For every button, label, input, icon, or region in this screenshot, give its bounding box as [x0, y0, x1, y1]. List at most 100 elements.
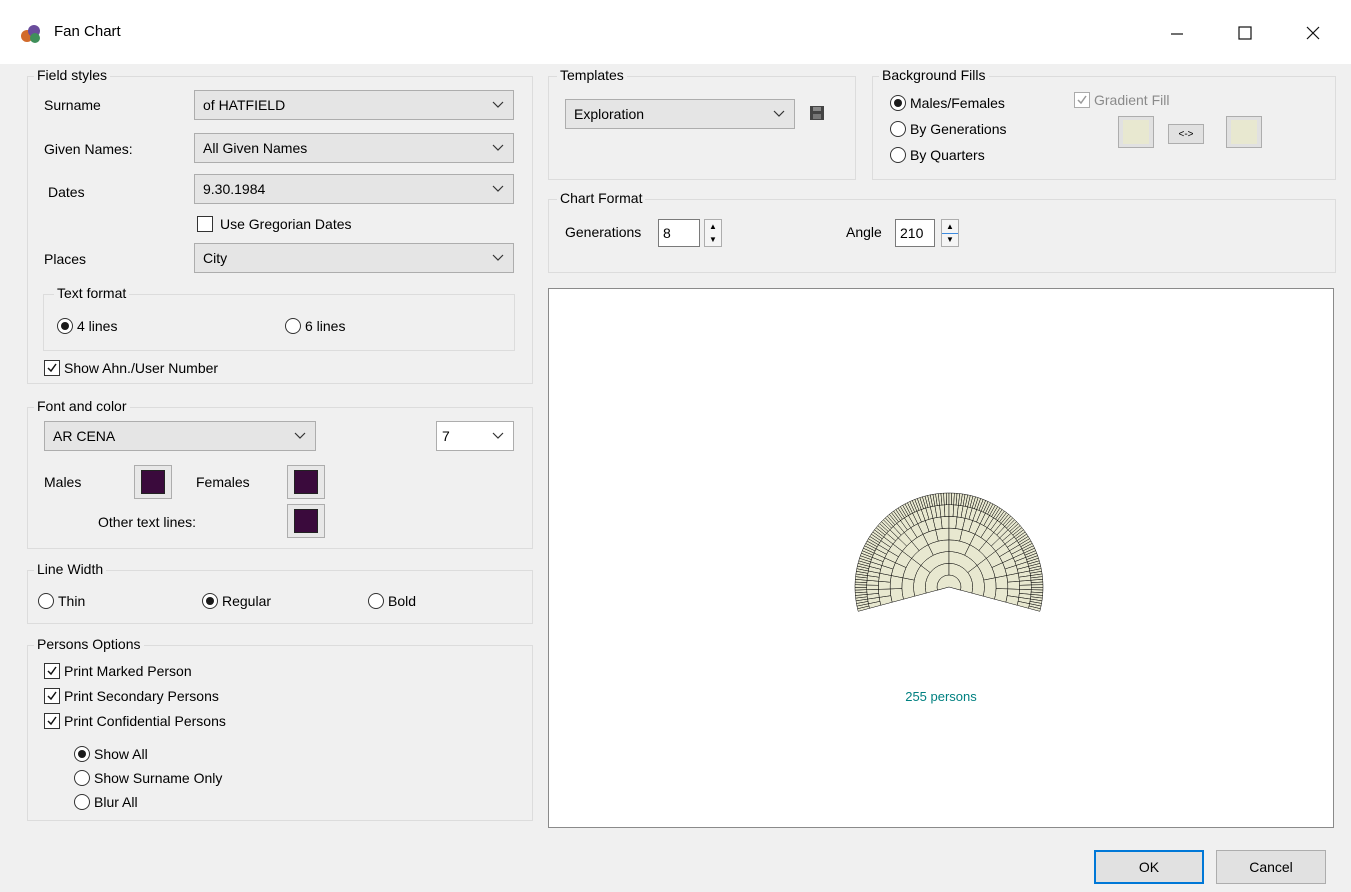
app-icon: [20, 22, 42, 44]
fan-segment: [889, 588, 904, 603]
generations-value: 8: [663, 225, 671, 241]
font-select[interactable]: AR CENA: [44, 421, 316, 451]
radio-unselected[interactable]: [890, 121, 906, 137]
radio-selected[interactable]: [202, 593, 218, 609]
males-color-button[interactable]: [134, 465, 172, 499]
swap-button[interactable]: <->: [1168, 124, 1204, 144]
radio-selected[interactable]: [74, 746, 90, 762]
radio-unselected[interactable]: [74, 794, 90, 810]
radio-selected[interactable]: [57, 318, 73, 334]
template-select[interactable]: Exploration: [565, 99, 795, 129]
dates-label: Dates: [48, 184, 85, 200]
radio-unselected[interactable]: [285, 318, 301, 334]
by-generations-radio[interactable]: By Generations: [890, 121, 1007, 137]
persons-options-legend: Persons Options: [34, 636, 144, 652]
gradient-fill-checkbox[interactable]: Gradient Fill: [1074, 92, 1169, 108]
regular-radio[interactable]: Regular: [202, 593, 271, 609]
checkmark-icon[interactable]: [44, 663, 60, 679]
gregorian-checkbox[interactable]: Use Gregorian Dates: [197, 216, 352, 232]
radio-unselected[interactable]: [890, 147, 906, 163]
given-names-select[interactable]: All Given Names: [194, 133, 514, 163]
generations-spinner[interactable]: ▲ ▼: [704, 219, 722, 247]
generations-input[interactable]: 8: [658, 219, 700, 247]
fan-segment: [946, 492, 950, 506]
size-select[interactable]: 7: [436, 421, 514, 451]
radio-selected[interactable]: [890, 95, 906, 111]
males-females-label: Males/Females: [910, 95, 1005, 111]
fan-chart: [854, 492, 1044, 612]
females-color-button[interactable]: [287, 465, 325, 499]
up-arrow-icon[interactable]: ▲: [942, 220, 958, 233]
fan-segment: [1007, 580, 1020, 590]
radio-unselected[interactable]: [368, 593, 384, 609]
generations-label: Generations: [565, 224, 642, 240]
blur-all-radio[interactable]: Blur All: [74, 794, 138, 810]
dates-select[interactable]: 9.30.1984: [194, 174, 514, 204]
by-quarters-radio[interactable]: By Quarters: [890, 147, 985, 163]
surname-only-label: Show Surname Only: [94, 770, 223, 786]
ok-button[interactable]: OK: [1094, 850, 1204, 884]
show-ahn-label: Show Ahn./User Number: [64, 360, 219, 376]
show-all-radio[interactable]: Show All: [74, 746, 148, 762]
checkmark-icon[interactable]: [1074, 92, 1090, 108]
fan-segment: [1031, 584, 1044, 588]
close-icon[interactable]: [1290, 14, 1336, 52]
save-icon[interactable]: [810, 106, 824, 123]
six-lines-label: 6 lines: [305, 318, 346, 334]
chevron-down-icon: [492, 185, 504, 192]
show-all-label: Show All: [94, 746, 148, 762]
up-arrow-icon[interactable]: ▲: [705, 220, 721, 233]
by-generations-label: By Generations: [910, 121, 1007, 137]
fan-segment: [944, 504, 950, 517]
given-names-label: Given Names:: [44, 141, 133, 157]
minimize-icon[interactable]: [1154, 14, 1200, 52]
males-females-radio[interactable]: Males/Females: [890, 95, 1005, 111]
thin-label: Thin: [58, 593, 86, 609]
given-names-value: All Given Names: [203, 140, 308, 156]
down-arrow-icon[interactable]: ▼: [705, 233, 721, 246]
thin-radio[interactable]: Thin: [38, 593, 85, 609]
females-label: Females: [196, 474, 250, 490]
window-title: Fan Chart: [54, 23, 121, 40]
surname-select[interactable]: of HATFIELD: [194, 90, 514, 120]
checkmark-icon[interactable]: [44, 713, 60, 729]
fan-segment: [901, 577, 916, 600]
checkmark-icon[interactable]: [44, 688, 60, 704]
places-select[interactable]: City: [194, 243, 514, 273]
down-arrow-icon[interactable]: ▼: [942, 232, 958, 247]
surname-only-radio[interactable]: Show Surname Only: [74, 770, 222, 786]
dates-value: 9.30.1984: [203, 181, 266, 197]
chevron-down-icon: [773, 110, 785, 117]
six-lines-radio[interactable]: 6 lines: [285, 318, 345, 334]
print-confidential-checkbox[interactable]: Print Confidential Persons: [44, 713, 226, 729]
angle-input[interactable]: 210: [895, 219, 935, 247]
other-text-color-button[interactable]: [287, 504, 325, 538]
print-secondary-checkbox[interactable]: Print Secondary Persons: [44, 688, 219, 704]
cancel-button[interactable]: Cancel: [1216, 850, 1326, 884]
checkmark-icon[interactable]: [44, 360, 60, 376]
four-lines-radio[interactable]: 4 lines: [57, 318, 117, 334]
fill-color-left-button[interactable]: [1118, 116, 1154, 148]
angle-spinner[interactable]: ▲ ▼: [941, 219, 959, 247]
chevron-down-icon: [294, 432, 306, 439]
print-marked-checkbox[interactable]: Print Marked Person: [44, 663, 192, 679]
gregorian-check-box[interactable]: [197, 216, 213, 232]
size-value: 7: [442, 428, 450, 444]
places-label: Places: [44, 251, 87, 267]
print-secondary-label: Print Secondary Persons: [64, 688, 219, 704]
template-value: Exploration: [574, 106, 645, 122]
gregorian-label: Use Gregorian Dates: [220, 216, 352, 232]
line-width-group: [27, 570, 533, 624]
maximize-icon[interactable]: [1222, 14, 1268, 52]
chevron-down-icon: [492, 101, 504, 108]
fill-color-right-button[interactable]: [1226, 116, 1262, 148]
radio-unselected[interactable]: [74, 770, 90, 786]
bold-radio[interactable]: Bold: [368, 593, 416, 609]
gradient-fill-label: Gradient Fill: [1094, 92, 1170, 108]
show-ahn-checkbox[interactable]: Show Ahn./User Number: [44, 360, 218, 376]
fan-segment: [1005, 595, 1020, 606]
chevron-down-icon: [492, 144, 504, 151]
males-label: Males: [44, 474, 82, 490]
radio-unselected[interactable]: [38, 593, 54, 609]
places-value: City: [203, 250, 228, 266]
